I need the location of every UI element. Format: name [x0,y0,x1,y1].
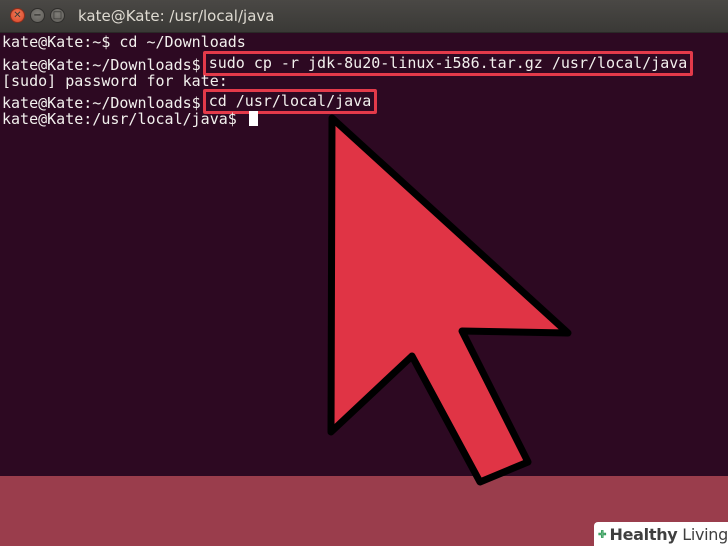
green-cross-icon [598,530,607,538]
pointer-arrow-icon [327,114,572,486]
watermark-logo: Healthy Living [594,522,728,546]
watermark-text: Healthy Living [609,524,728,544]
